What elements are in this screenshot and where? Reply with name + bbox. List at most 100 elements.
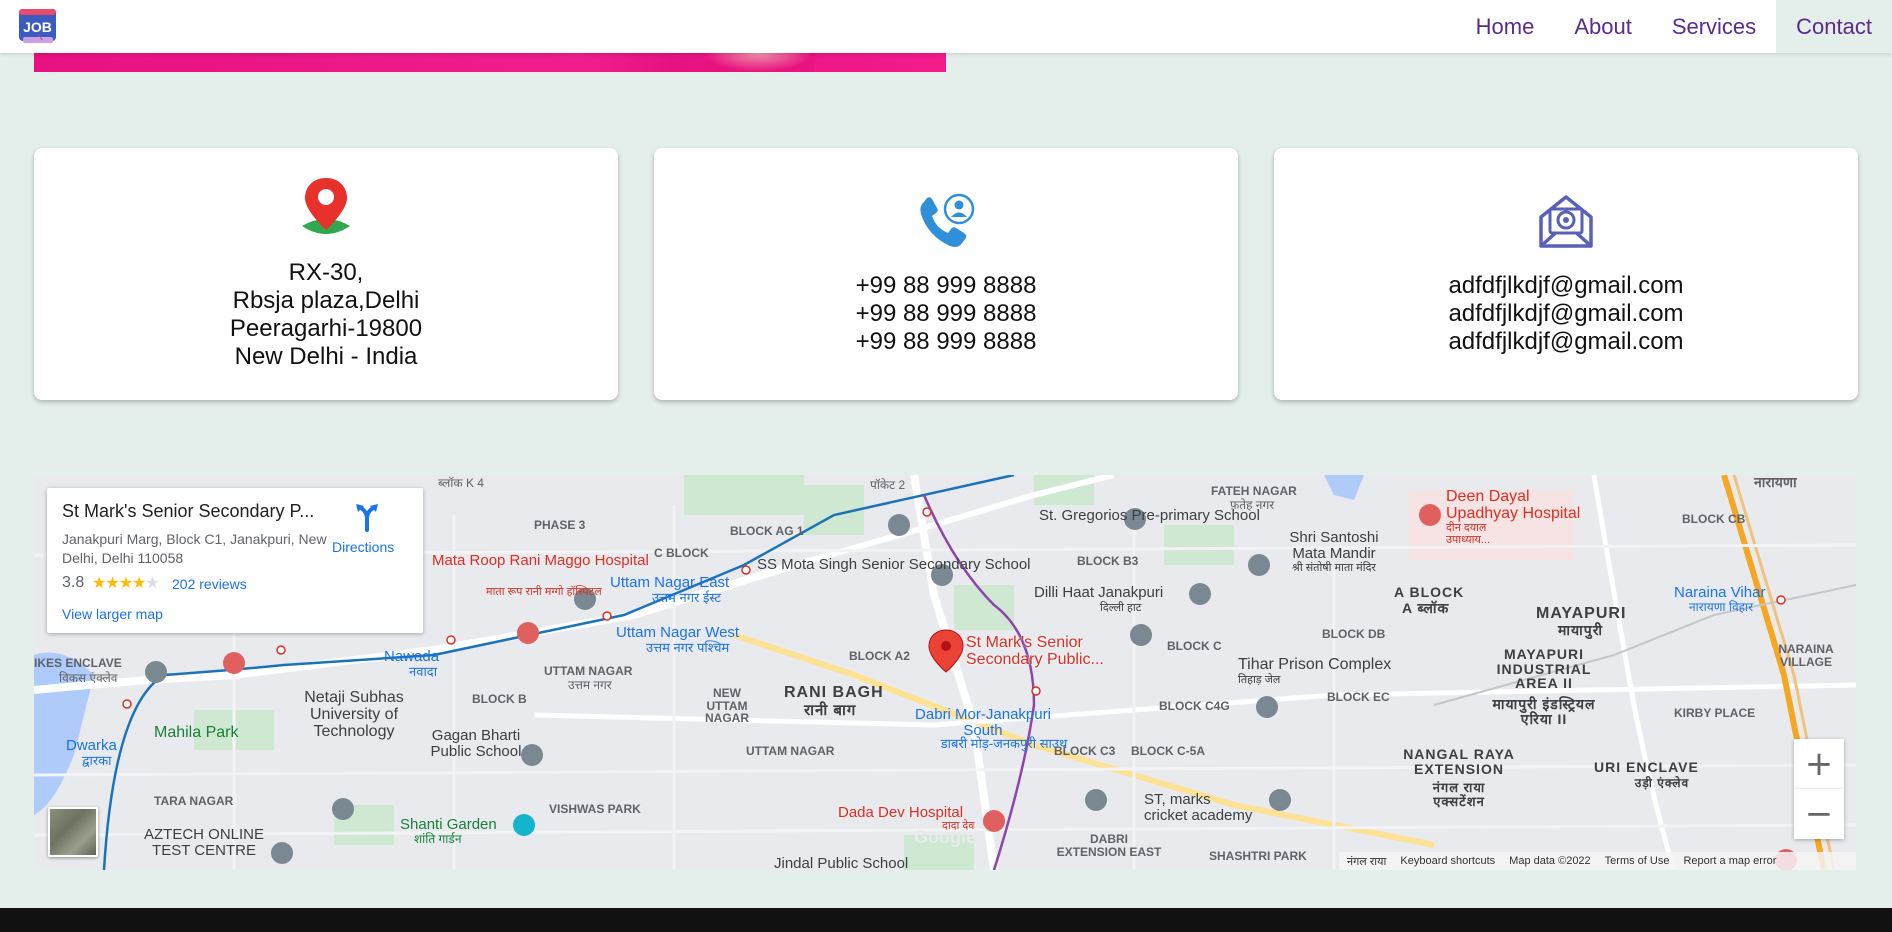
email-address[interactable]: adfdfjlkdjf@gmail.com [1274, 300, 1858, 328]
map-label: BLOCK B3 [1077, 554, 1139, 568]
directions-icon[interactable] [353, 502, 381, 537]
map-label: VISHWAS PARK [549, 802, 641, 816]
map-label: श्री संतोषी माता मंदिर [1292, 562, 1376, 574]
map-label: SHASHTRI PARK [1209, 849, 1307, 863]
map-label: नारायणा [1754, 475, 1797, 490]
map-label: FATEH NAGAR [1211, 484, 1297, 498]
map-label: NEW UTTAM NAGAR [705, 686, 749, 726]
email-address[interactable]: adfdfjlkdjf@gmail.com [1274, 272, 1858, 300]
phone-number[interactable]: +99 88 999 8888 [654, 272, 1238, 300]
email-lines: adfdfjlkdjf@gmail.com adfdfjlkdjf@gmail.… [1274, 272, 1858, 356]
address-lines: RX-30, Rbsja plaza,Delhi Peeragarhi-1980… [34, 259, 618, 371]
map-label: Naraina Vihar [1674, 584, 1766, 601]
zoom-out-button[interactable]: − [1794, 789, 1844, 839]
address-card: RX-30, Rbsja plaza,Delhi Peeragarhi-1980… [34, 148, 618, 400]
location-pin-icon [299, 176, 353, 243]
map-label: BLOCK C-5A [1131, 744, 1205, 758]
place-name: St Mark's Senior Secondary P... [62, 501, 315, 521]
map-label: BLOCK DB [1322, 627, 1386, 641]
map-label: Jindal Public School [774, 855, 909, 870]
map-info-card: St Mark's Senior Secondary P... Janakpur… [47, 488, 423, 633]
nav-services[interactable]: Services [1652, 0, 1776, 53]
map-label: URI ENCLAVE [1594, 759, 1699, 775]
address-line: New Delhi - India [234, 343, 418, 370]
map-label: उत्तम नगर [568, 678, 612, 692]
map-label: RANI BAGH [784, 684, 884, 701]
embedded-map[interactable]: St. Gregorios Pre-primary School Mata Ro… [34, 475, 1856, 870]
map-label: दिल्ली हाट [1100, 602, 1142, 614]
directions-button[interactable]: Directions [332, 539, 394, 555]
map-label: Dada Dev Hospital [838, 804, 964, 821]
address-line: Peeragarhi-19800 [229, 315, 423, 342]
address-line: Rbsja plaza,Delhi [232, 287, 420, 314]
map-label: Gagan Bharti Public School [430, 727, 522, 760]
nav-contact[interactable]: Contact [1776, 0, 1892, 53]
satellite-toggle[interactable] [48, 807, 98, 857]
map-label: माता रूप रानी मग्गो हॉस्पिटल [486, 586, 602, 598]
map-label: UTTAM NAGAR [544, 664, 633, 678]
google-logo: Google [914, 827, 976, 847]
map-label: दीन दयाल उपाध्याय... [1446, 522, 1491, 546]
map-label: रानी बाग [804, 702, 857, 719]
map-label: SS Mota Singh Senior Secondary School [757, 556, 1031, 573]
map-label: Tihar Prison Complex [1238, 656, 1392, 673]
map-label: UTTAM NAGAR [746, 744, 835, 758]
email-address[interactable]: adfdfjlkdjf@gmail.com [1274, 328, 1858, 356]
map-label: Mahila Park [154, 724, 239, 741]
attribution-nangal: नंगल राया [1347, 855, 1387, 868]
map-label: उड़ी एंक्लेव [1634, 776, 1690, 790]
map-label: BLOCK C3 [1054, 744, 1116, 758]
map-label: BLOCK AG 1 [730, 524, 804, 538]
map-label: मायापुरी इंडस्ट्रियल एरिया II [1492, 696, 1596, 727]
map-label: नवादा [409, 664, 438, 679]
phone-contact-icon [916, 192, 976, 255]
navbar: JOB Home About Services Contact [0, 0, 1892, 53]
email-card: adfdfjlkdjf@gmail.com adfdfjlkdjf@gmail.… [1274, 148, 1858, 400]
place-address: Janakpuri Marg, Block C1, Janakpuri, New… [62, 531, 327, 566]
zoom-in-button[interactable]: + [1794, 739, 1844, 789]
map-label: BLOCK C4G [1159, 699, 1230, 713]
phone-number[interactable]: +99 88 999 8888 [654, 328, 1238, 356]
map-label: St. Gregorios Pre-primary School [1039, 507, 1260, 524]
map-label: IKES ENCLAVE [34, 656, 122, 670]
phone-lines: +99 88 999 8888 +99 88 999 8888 +99 88 9… [654, 272, 1238, 356]
map-label: Deen Dayal Upadhyay Hospital [1446, 488, 1581, 522]
map-label: MAYAPURI INDUSTRIAL AREA II [1496, 646, 1592, 692]
map-label: DABRI EXTENSION EAST [1056, 832, 1162, 859]
address-line: RX-30, [288, 259, 364, 286]
map-label: A ब्लॉक [1402, 600, 1450, 616]
map-label: फ़तेह नगर [1230, 498, 1275, 512]
map-label: BLOCK C [1167, 639, 1222, 653]
map-data-text: Map data ©2022 [1509, 855, 1591, 867]
map-label: Dabri Mor-Janakpuri South [915, 706, 1051, 739]
marker-label[interactable]: St Mark's Senior Secondary Public... [966, 634, 1116, 669]
phone-number[interactable]: +99 88 999 8888 [654, 300, 1238, 328]
map-label: ST, marks cricket academy [1144, 791, 1253, 824]
job-logo[interactable]: JOB [17, 5, 58, 45]
map-label: मायापुरी [1558, 622, 1604, 638]
report-error-link[interactable]: Report a map error [1683, 855, 1776, 867]
map-label: C BLOCK [654, 546, 709, 560]
nav-about[interactable]: About [1554, 0, 1652, 53]
map-label: AZTECH ONLINE TEST CENTRE [143, 826, 264, 859]
nav-home[interactable]: Home [1456, 0, 1555, 53]
map-label: पॉकेट 2 [870, 478, 906, 492]
terms-link[interactable]: Terms of Use [1605, 855, 1670, 867]
logo-text: JOB [23, 19, 52, 35]
map-label: Mata Roop Rani Maggo Hospital [432, 552, 649, 569]
map-label: Dilli Haat Janakpuri [1034, 584, 1164, 601]
map-label: Shri Santoshi Mata Mandir [1289, 529, 1379, 562]
map-label: Netaji Subhas University of Technology [304, 689, 404, 740]
view-larger-map-link[interactable]: View larger map [62, 606, 163, 622]
map-label: ब्लॉक K 4 [438, 476, 484, 490]
map-label: द्वारका [82, 753, 112, 768]
map-label: नारायणा विहार [1689, 600, 1754, 614]
map-label: KIRBY PLACE [1674, 706, 1756, 720]
map-label: उत्तम नगर ईस्ट [652, 590, 721, 605]
keyboard-shortcuts-link[interactable]: Keyboard shortcuts [1400, 855, 1495, 867]
map-label: Uttam Nagar West [616, 624, 740, 641]
map-label: Uttam Nagar East [610, 574, 730, 591]
map-label: NANGAL RAYA EXTENSION [1403, 746, 1515, 777]
map-label: Dwarka [66, 737, 117, 754]
reviews-link[interactable]: 202 reviews [172, 576, 247, 592]
